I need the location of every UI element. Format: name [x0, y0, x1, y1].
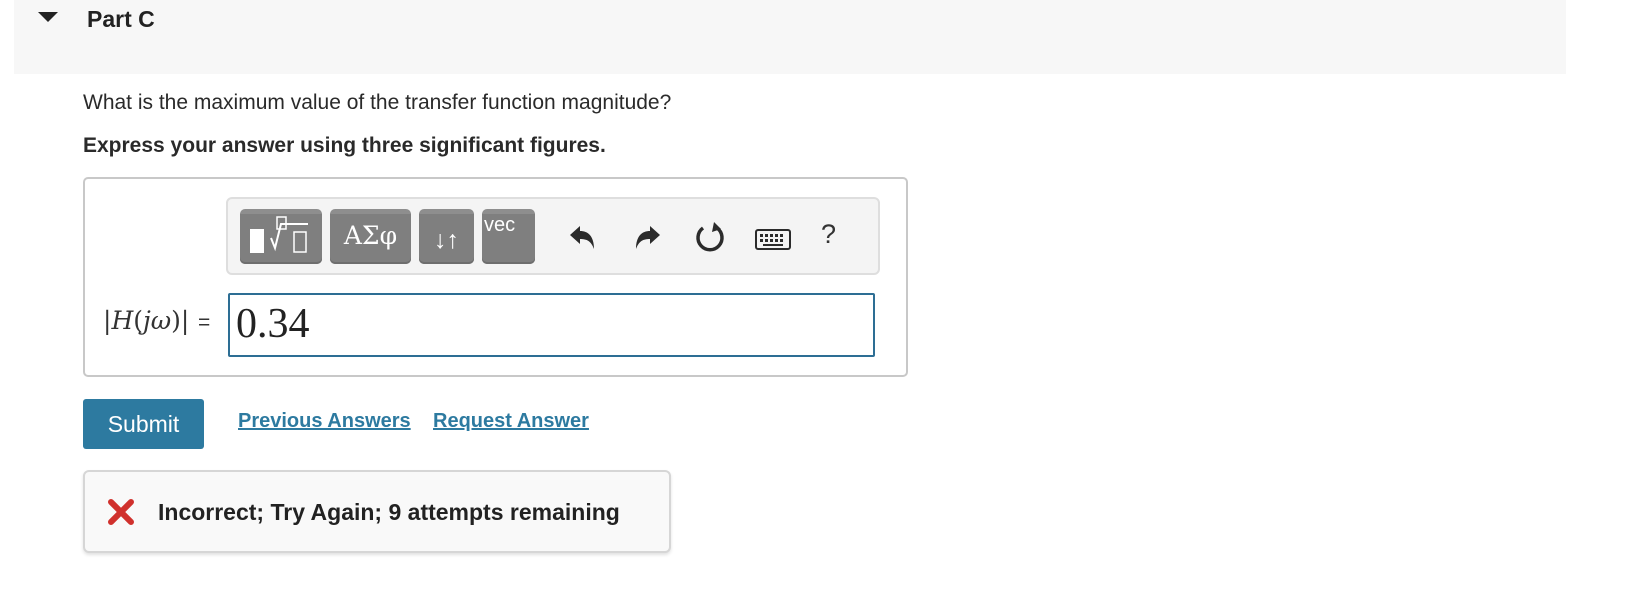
vector-button[interactable]: vec — [482, 209, 535, 264]
redo-icon[interactable] — [628, 217, 668, 257]
templates-icon — [250, 216, 308, 253]
answer-box: ΑΣφ ↓↑ vec ? |H(jω)| = 0.34 — [83, 177, 908, 377]
label-function: H — [111, 306, 134, 335]
label-argument: jω — [143, 306, 172, 335]
keyboard-icon[interactable] — [753, 217, 793, 257]
answer-label: |H(jω)| — [103, 306, 189, 335]
previous-answers-link[interactable]: Previous Answers — [238, 410, 411, 433]
greek-symbols-button[interactable]: ΑΣφ — [330, 209, 411, 264]
feedback-message: Incorrect; Try Again; 9 attempts remaini… — [158, 499, 620, 525]
question-instruction: Express your answer using three signific… — [83, 134, 606, 157]
undo-icon[interactable] — [562, 217, 602, 257]
help-icon[interactable]: ? — [821, 219, 836, 250]
request-answer-link[interactable]: Request Answer — [433, 410, 589, 433]
collapse-caret-icon[interactable] — [38, 12, 58, 22]
templates-button[interactable] — [240, 209, 322, 264]
math-toolbar: ΑΣφ ↓↑ vec ? — [226, 197, 880, 275]
reset-icon[interactable] — [690, 217, 730, 257]
arrows-button[interactable]: ↓↑ — [419, 209, 474, 264]
question-prompt: What is the maximum value of the transfe… — [83, 91, 672, 114]
label-paren-open: ( — [133, 306, 144, 335]
answer-input[interactable]: 0.34 — [228, 293, 875, 357]
incorrect-x-icon — [108, 499, 134, 525]
feedback-box: Incorrect; Try Again; 9 attempts remaini… — [83, 470, 671, 553]
equals-sign: = — [198, 311, 211, 334]
part-title: Part C — [87, 6, 155, 32]
submit-button[interactable]: Submit — [83, 399, 204, 449]
label-paren-close: )| — [171, 306, 190, 335]
part-header: Part C — [14, 0, 1566, 74]
